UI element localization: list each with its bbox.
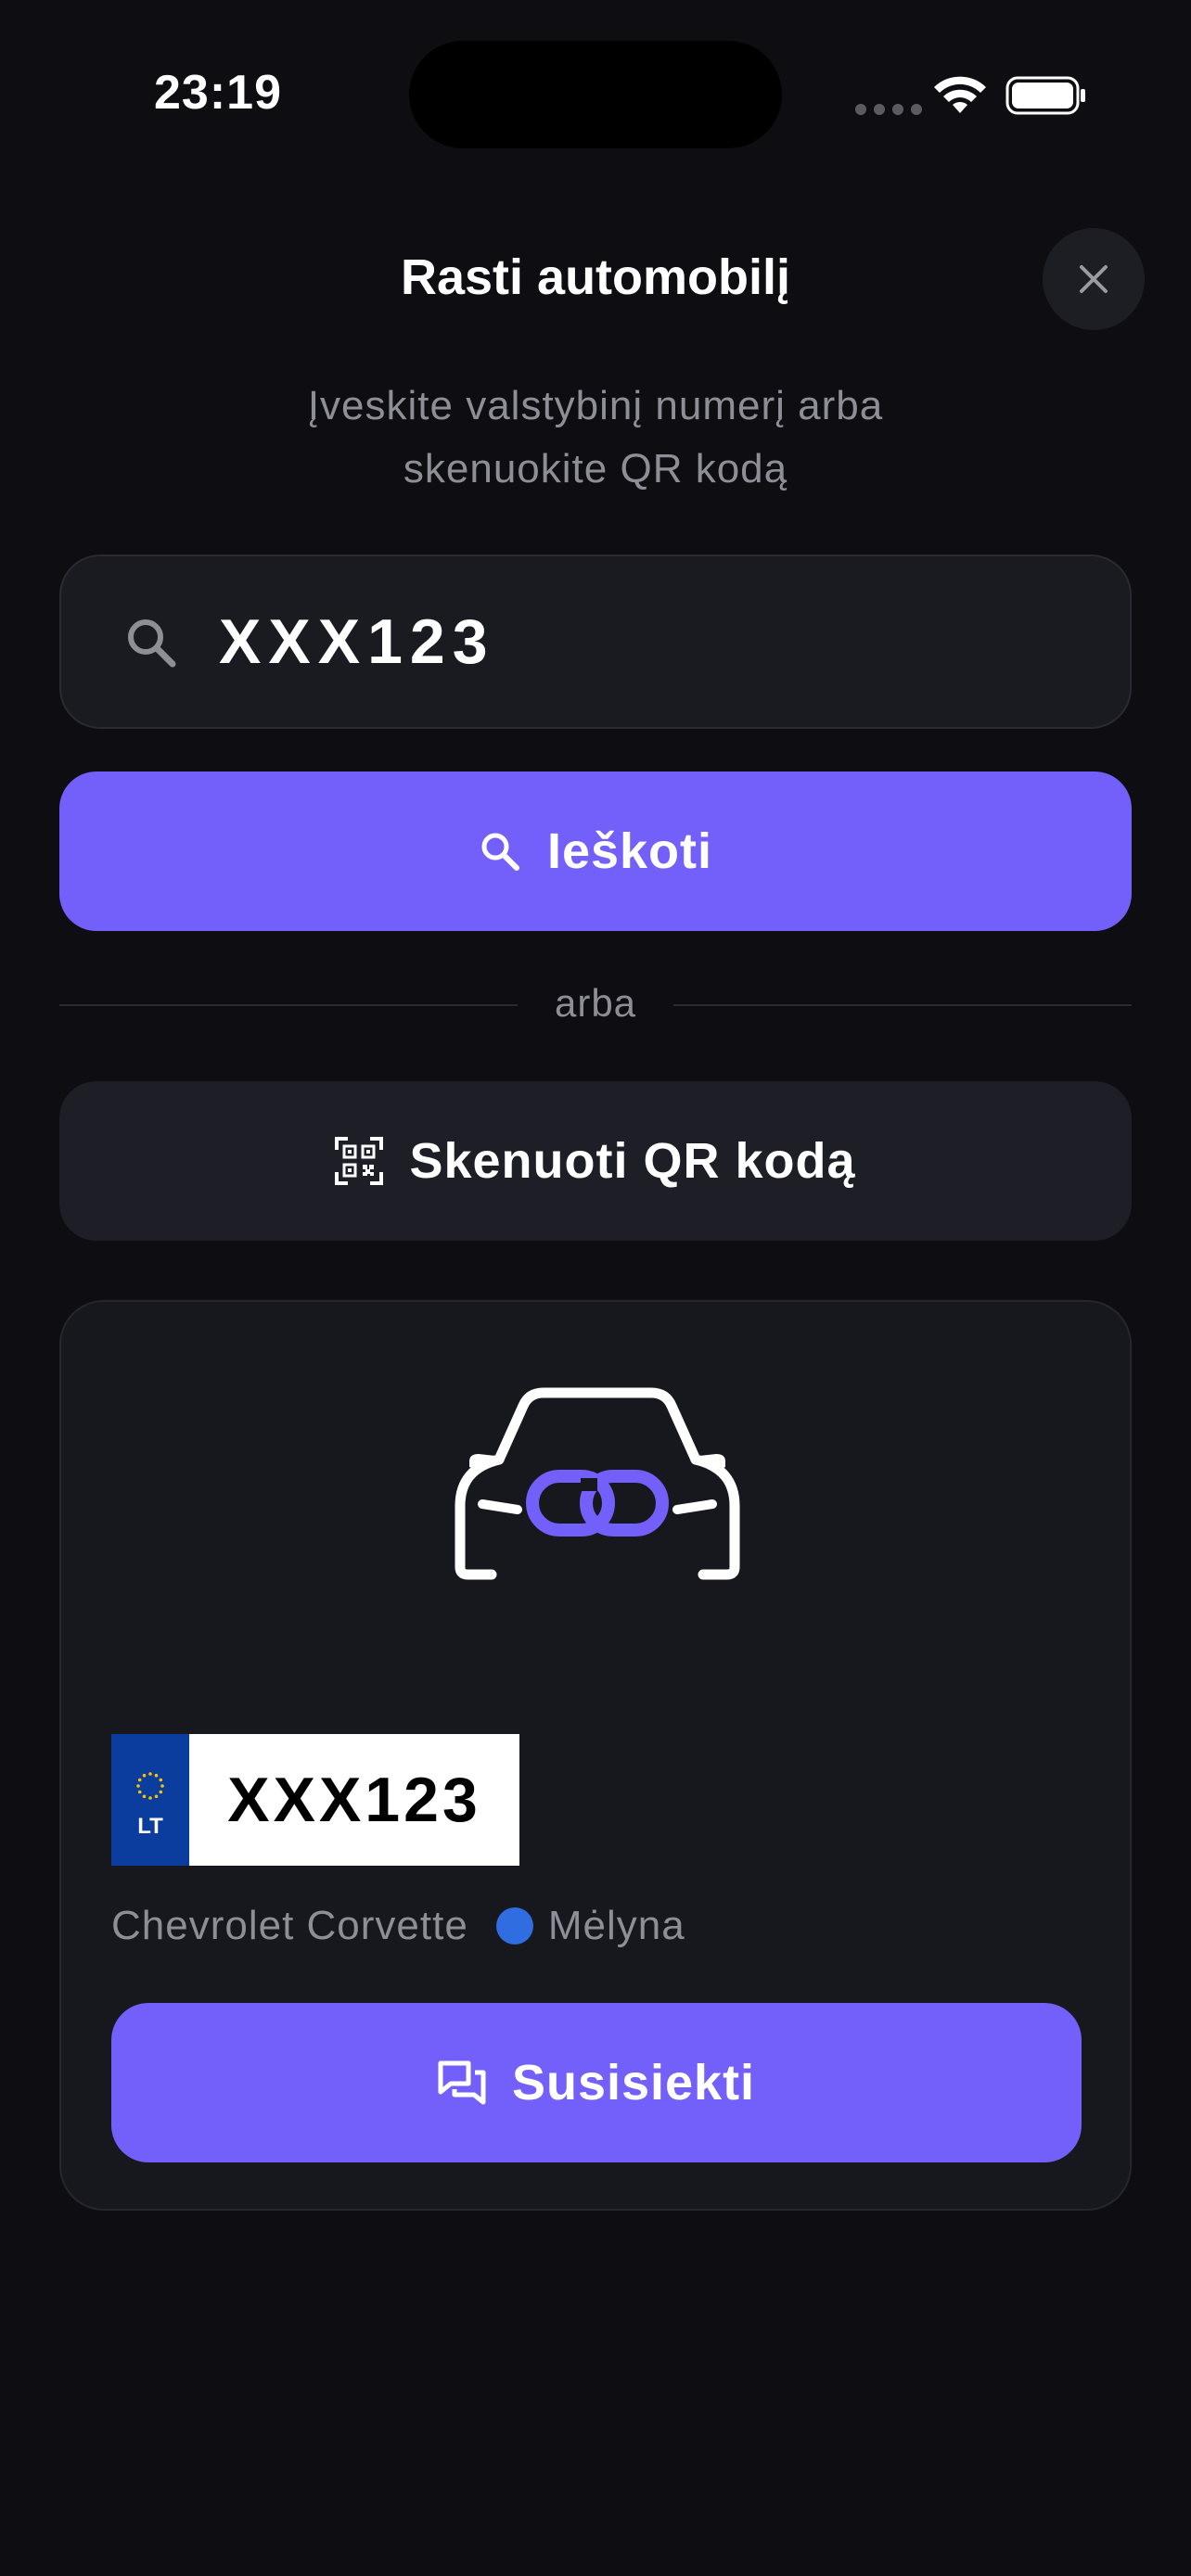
search-button-label: Ieškoti <box>546 823 713 879</box>
plate-search-field[interactable] <box>59 555 1132 729</box>
divider-label: arba <box>554 981 637 1025</box>
contact-button[interactable]: Susisiekti <box>111 2003 1082 2162</box>
chat-icon <box>438 2060 486 2105</box>
page-title: Rasti automobilį <box>400 249 791 305</box>
scan-qr-button-label: Skenuoti QR kodą <box>409 1133 856 1189</box>
car-info: Chevrolet Corvette Mėlyna <box>111 1903 685 1949</box>
qr-code-icon <box>335 1137 384 1185</box>
search-icon <box>481 833 519 871</box>
wifi-icon <box>934 76 986 113</box>
car-link-icon <box>455 1387 740 1580</box>
plate-country-code: LT <box>137 1814 163 1839</box>
car-model: Chevrolet Corvette <box>111 1903 468 1948</box>
plate-number: XXX123 <box>227 1765 481 1835</box>
eu-stars-icon <box>136 1772 164 1800</box>
contact-button-label: Susisiekti <box>511 2055 756 2111</box>
plate-eu-band: LT <box>111 1734 189 1866</box>
car-color-name: Mėlyna <box>547 1903 685 1948</box>
close-button[interactable] <box>1043 228 1145 330</box>
car-result-card: LT XXX123 Chevrolet Corvette Mėlyna Susi… <box>59 1300 1132 2211</box>
close-icon <box>1080 265 1108 293</box>
status-time: 23:19 <box>154 66 282 120</box>
dynamic-island <box>409 41 782 148</box>
page-subtitle: Įveskite valstybinį numerį arba skenuoki… <box>224 375 967 501</box>
license-plate: LT XXX123 <box>111 1734 519 1866</box>
plate-search-input[interactable] <box>158 593 1054 690</box>
subtitle-line: skenuokite QR kodą <box>403 446 788 491</box>
cellular-signal-icon <box>855 104 922 115</box>
scan-qr-button[interactable]: Skenuoti QR kodą <box>59 1081 1132 1241</box>
battery-icon <box>1005 76 1085 115</box>
subtitle-line: Įveskite valstybinį numerį arba <box>307 383 884 428</box>
car-color-dot <box>495 1907 533 1945</box>
search-button[interactable]: Ieškoti <box>59 772 1132 931</box>
